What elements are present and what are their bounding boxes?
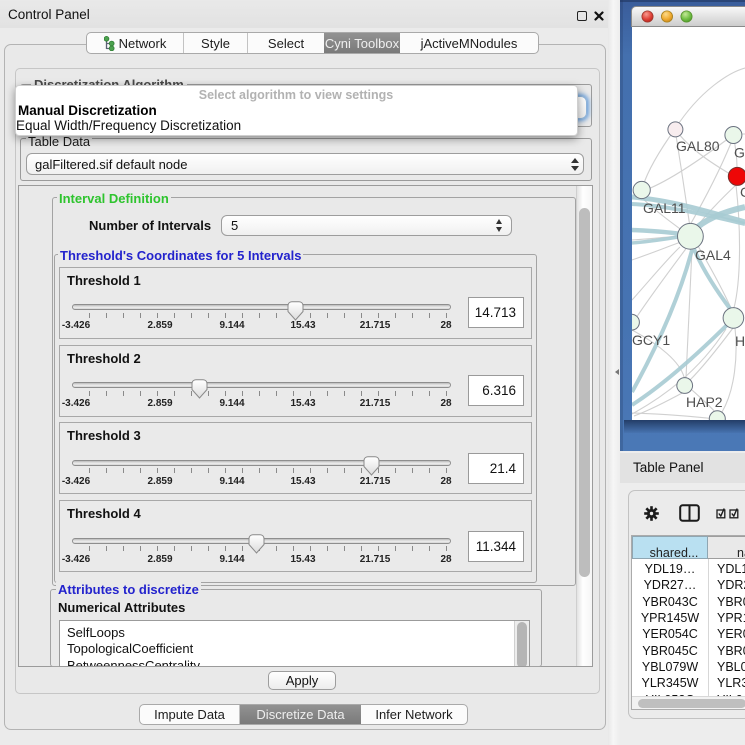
svg-text:GCY1: GCY1 [632, 332, 670, 348]
svg-text:CYC8: CYC8 [740, 184, 745, 200]
svg-text:GAL4: GAL4 [695, 247, 731, 263]
svg-text:GAL80: GAL80 [676, 138, 720, 154]
svg-text:HIS4: HIS4 [735, 333, 745, 349]
svg-text:HAP2: HAP2 [686, 394, 723, 410]
svg-text:GAL1: GAL1 [734, 145, 745, 161]
svg-text:GAL11: GAL11 [643, 200, 686, 216]
